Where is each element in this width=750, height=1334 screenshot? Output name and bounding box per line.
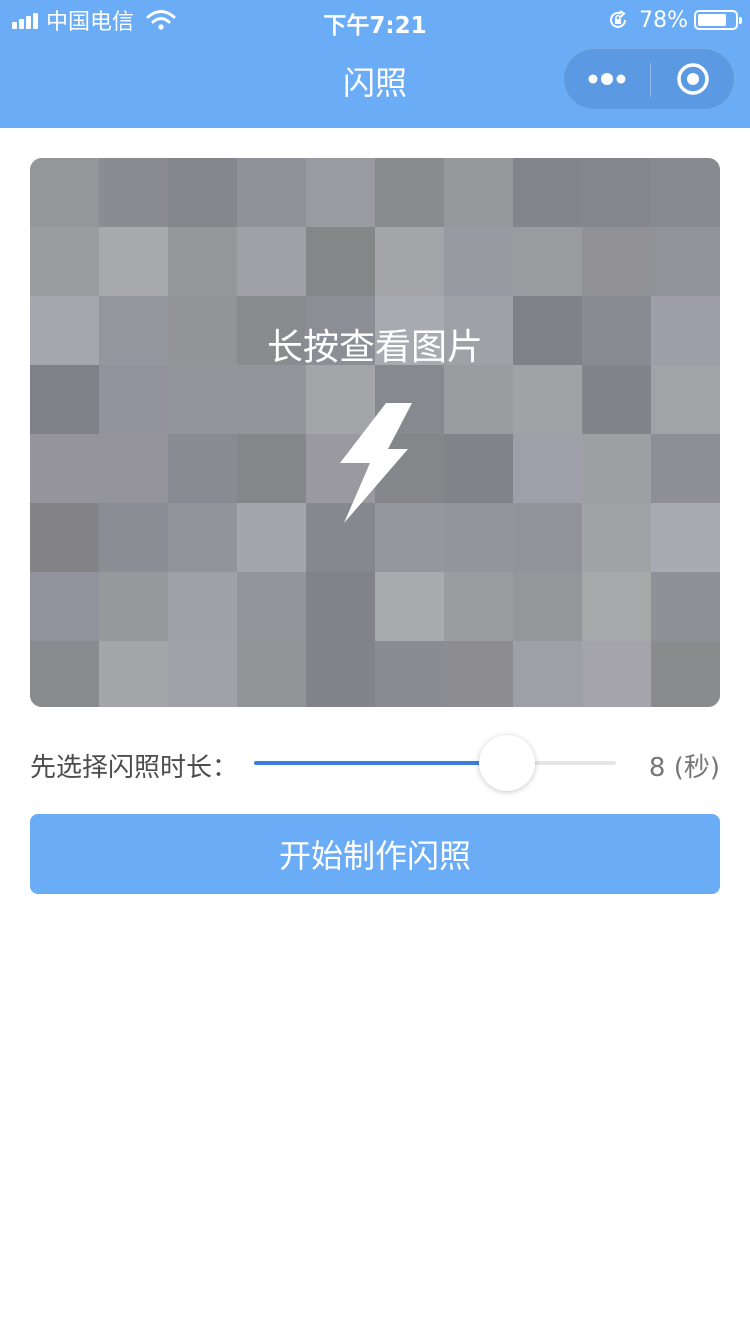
- mosaic-tile: [99, 365, 169, 435]
- mosaic-tile: [582, 503, 652, 573]
- mosaic-tile: [444, 158, 514, 228]
- mosaic-tile: [651, 434, 720, 504]
- mosaic-tile: [513, 158, 583, 228]
- close-circle-icon: [677, 63, 709, 95]
- mosaic-tile: [444, 434, 514, 504]
- mosaic-tile: [237, 365, 307, 435]
- mosaic-tile: [306, 158, 376, 228]
- status-bar: 中国电信 下午7:21 78%: [0, 0, 750, 40]
- mosaic-tile: [237, 641, 307, 707]
- flash-photo-preview[interactable]: 长按查看图片: [30, 158, 720, 707]
- battery-icon: [694, 10, 742, 30]
- mosaic-tile: [582, 641, 652, 707]
- mosaic-tile: [306, 572, 376, 642]
- mosaic-tile: [99, 434, 169, 504]
- slider-fill: [254, 761, 507, 765]
- mosaic-tile: [237, 158, 307, 228]
- mosaic-tile: [168, 434, 238, 504]
- mosaic-tile: [99, 158, 169, 228]
- mosaic-tile: [444, 227, 514, 297]
- mosaic-tile: [375, 641, 445, 707]
- mosaic-tile: [30, 572, 100, 642]
- mosaic-tile: [651, 158, 720, 228]
- mosaic-tile: [30, 641, 100, 707]
- mosaic-tile: [168, 365, 238, 435]
- mosaic-tile: [651, 641, 720, 707]
- status-right: 78%: [607, 6, 742, 34]
- mosaic-tile: [168, 158, 238, 228]
- mosaic-tile: [651, 227, 720, 297]
- duration-label: 先选择闪照时长：: [30, 753, 239, 783]
- rotation-lock-icon: [610, 10, 627, 28]
- duration-number: 8: [648, 753, 666, 783]
- mosaic-tile: [30, 503, 100, 573]
- header: 中国电信 下午7:21 78% 闪照: [0, 0, 750, 128]
- mosaic-tile: [651, 572, 720, 642]
- mosaic-tile: [237, 572, 307, 642]
- mosaic-tile: [513, 572, 583, 642]
- mosaic-tile: [582, 227, 652, 297]
- long-press-hint: 长按查看图片: [266, 327, 483, 368]
- mosaic-tile: [513, 503, 583, 573]
- mosaic-tile: [168, 227, 238, 297]
- battery-percent: 78%: [639, 7, 688, 33]
- mosaic-tile: [99, 572, 169, 642]
- mosaic-tile: [513, 227, 583, 297]
- mosaic-tile: [99, 503, 169, 573]
- mosaic-tile: [375, 158, 445, 228]
- mosaic-tile: [306, 227, 376, 297]
- duration-slider[interactable]: [254, 735, 616, 791]
- mosaic-tile: [237, 434, 307, 504]
- mosaic-tile: [30, 158, 100, 228]
- mosaic-tile: [99, 227, 169, 297]
- mosaic-tile: [444, 641, 514, 707]
- mosaic-tile: [513, 641, 583, 707]
- mosaic-tile: [168, 572, 238, 642]
- mosaic-tile: [237, 227, 307, 297]
- mosaic-tile: [582, 158, 652, 228]
- mosaic-tile: [375, 572, 445, 642]
- slider-thumb[interactable]: [479, 735, 535, 791]
- mosaic-tile: [582, 572, 652, 642]
- duration-row: 先选择闪照时长： 8 (秒): [30, 735, 720, 791]
- mosaic-tile: [30, 227, 100, 297]
- close-button[interactable]: [650, 49, 736, 109]
- mosaic-tile: [99, 641, 169, 707]
- start-making-button[interactable]: 开始制作闪照: [30, 814, 720, 894]
- duration-value: 8 (秒): [649, 747, 720, 784]
- mosaic-tile: [30, 365, 100, 435]
- mosaic-tile: [306, 641, 376, 707]
- mosaic-tile: [582, 365, 652, 435]
- more-button[interactable]: [564, 49, 650, 109]
- mosaic-tile: [582, 434, 652, 504]
- mosaic-tile: [444, 572, 514, 642]
- mosaic-tile: [444, 503, 514, 573]
- mosaic-tile: [237, 503, 307, 573]
- mosaic-tile: [375, 227, 445, 297]
- mosaic-tile: [30, 434, 100, 504]
- mosaic-tile: [513, 365, 583, 435]
- duration-unit: (秒): [673, 753, 720, 783]
- mosaic-tile: [651, 503, 720, 573]
- mosaic-tile: [168, 503, 238, 573]
- mosaic-tile: [444, 365, 514, 435]
- mosaic-tile: [651, 365, 720, 435]
- more-dots-icon: [588, 73, 626, 85]
- mosaic-tile: [513, 434, 583, 504]
- lightning-bolt-icon: [340, 403, 412, 523]
- mini-program-capsule: [563, 48, 735, 110]
- mosaic-tile: [168, 641, 238, 707]
